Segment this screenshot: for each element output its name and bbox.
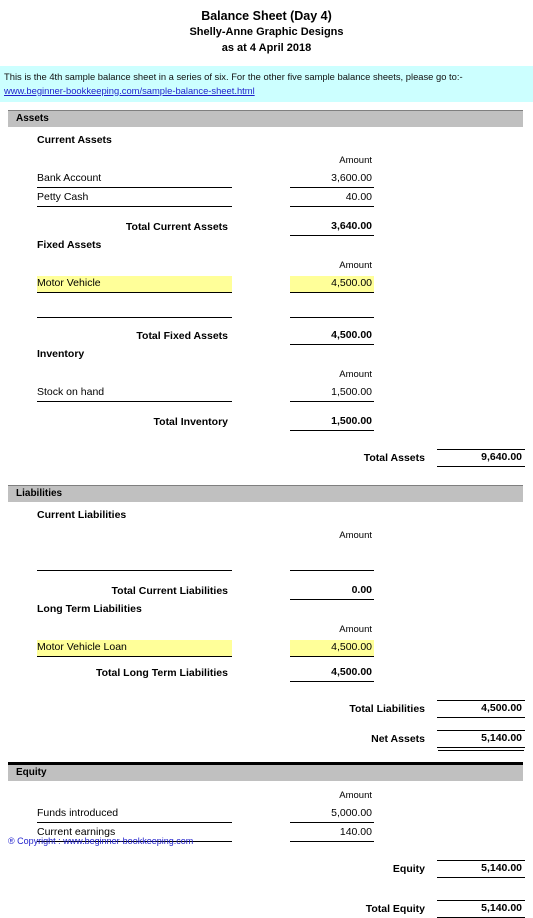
total-equity-label: Total Equity [365, 903, 425, 916]
section-header-assets: Assets [8, 111, 523, 128]
total-row-long-term-liabilities: Total Long Term Liabilities 4,500.00 [0, 663, 533, 683]
row-label: Stock on hand [37, 385, 232, 403]
grand-total-row-liabilities: Total Liabilities 4,500.00 [0, 696, 533, 719]
spacer-label [37, 168, 232, 169]
row-amount: 5,000.00 [290, 806, 374, 824]
total-label: Total Current Assets [125, 221, 228, 234]
grand-total-row-assets: Total Assets 9,640.00 [0, 445, 533, 468]
row-label: Petty Cash [37, 190, 232, 208]
table-row-highlighted[interactable]: Motor Vehicle 4,500.00 [0, 274, 533, 294]
amount-header-row-long-term-liabilities: Amount [0, 619, 533, 638]
row-label: Motor Vehicle [37, 276, 232, 294]
amount-column-header: Amount [339, 369, 372, 381]
row-amount [290, 569, 374, 572]
row-amount: 4,500.00 [290, 640, 374, 658]
table-row[interactable]: Petty Cash 40.00 [0, 188, 533, 208]
amount-column-header: Amount [339, 155, 372, 167]
subhead-long-term-liabilities: Long Term Liabilities [37, 603, 142, 616]
total-amount: 0.00 [290, 583, 374, 601]
net-assets-label: Net Assets [371, 733, 425, 746]
subhead-fixed-assets: Fixed Assets [37, 239, 102, 252]
subhead-inventory: Inventory [37, 348, 85, 361]
table-row-empty[interactable] [0, 552, 533, 572]
grand-total-label: Total Liabilities [349, 703, 425, 716]
amount-column-header: Amount [339, 624, 372, 636]
row-label [37, 569, 232, 572]
row-label: Motor Vehicle Loan [37, 640, 232, 658]
row-amount: 140.00 [290, 825, 374, 843]
equity-total-row: Equity 5,140.00 [0, 856, 533, 879]
grand-total-label: Total Assets [363, 452, 425, 465]
row-label: Funds introduced [37, 806, 232, 824]
info-banner-text: This is the 4th sample balance sheet in … [4, 71, 463, 82]
equity-amount: 5,140.00 [437, 860, 525, 879]
total-row-fixed-assets: Total Fixed Assets 4,500.00 [0, 326, 533, 346]
copyright-footer: ® Copyright : www.beginner-bookkeeping.c… [8, 836, 194, 846]
table-row[interactable]: Stock on hand 1,500.00 [0, 383, 533, 403]
total-label: Total Current Liabilities [111, 585, 228, 598]
total-label: Total Fixed Assets [136, 330, 228, 343]
document-header: Balance Sheet (Day 4) Shelly-Anne Graphi… [0, 0, 533, 57]
table-row[interactable]: Bank Account 3,600.00 [0, 169, 533, 189]
total-row-current-liabilities: Total Current Liabilities 0.00 [0, 581, 533, 601]
equity-label: Equity [392, 863, 425, 876]
sample-balance-sheet-link[interactable]: www.beginner-bookkeeping.com/sample-bala… [4, 84, 529, 98]
amount-column-header: Amount [339, 790, 372, 802]
table-row[interactable]: Funds introduced 5,000.00 [0, 804, 533, 824]
amount-column-header: Amount [339, 530, 372, 542]
total-row-current-assets: Total Current Assets 3,640.00 [0, 217, 533, 237]
row-amount: 1,500.00 [290, 385, 374, 403]
company-name: Shelly-Anne Graphic Designs [189, 26, 344, 39]
as-at-date: as at 4 April 2018 [221, 42, 312, 55]
amount-header-row-inventory: Amount [0, 364, 533, 383]
subhead-current-liabilities: Current Liabilities [37, 509, 127, 522]
amount-header-row-current-assets: Amount [0, 150, 533, 169]
total-amount: 3,640.00 [290, 219, 374, 237]
total-label: Total Long Term Liabilities [95, 667, 228, 680]
table-row-empty[interactable] [0, 299, 533, 319]
total-row-inventory: Total Inventory 1,500.00 [0, 412, 533, 432]
row-label [37, 316, 232, 319]
total-amount: 4,500.00 [290, 328, 374, 346]
total-label: Total Inventory [153, 416, 228, 429]
table-row-highlighted[interactable]: Motor Vehicle Loan 4,500.00 [0, 638, 533, 658]
row-amount: 40.00 [290, 190, 374, 208]
grand-total-amount: 4,500.00 [437, 700, 525, 719]
row-amount: 4,500.00 [290, 276, 374, 294]
total-equity-row: Total Equity 5,140.00 [0, 896, 533, 918]
grand-total-amount: 9,640.00 [437, 449, 525, 468]
section-header-equity: Equity [8, 765, 523, 782]
net-assets-amount: 5,140.00 [437, 730, 525, 749]
row-label: Bank Account [37, 171, 232, 189]
total-amount: 1,500.00 [290, 414, 374, 432]
amount-header-row-current-liabilities: Amount [0, 525, 533, 544]
total-equity-amount: 5,140.00 [437, 900, 525, 918]
section-header-liabilities: Liabilities [8, 486, 523, 503]
amount-header-row-fixed-assets: Amount [0, 255, 533, 274]
page-title: Balance Sheet (Day 4) [201, 9, 332, 23]
subhead-current-assets: Current Assets [37, 134, 112, 147]
amount-header-row-equity: Amount [0, 785, 533, 804]
net-assets-row: Net Assets 5,140.00 [0, 726, 533, 749]
info-banner: This is the 4th sample balance sheet in … [0, 66, 533, 103]
amount-column-header: Amount [339, 260, 372, 272]
row-amount: 3,600.00 [290, 171, 374, 189]
total-amount: 4,500.00 [290, 665, 374, 683]
row-amount [290, 316, 374, 319]
